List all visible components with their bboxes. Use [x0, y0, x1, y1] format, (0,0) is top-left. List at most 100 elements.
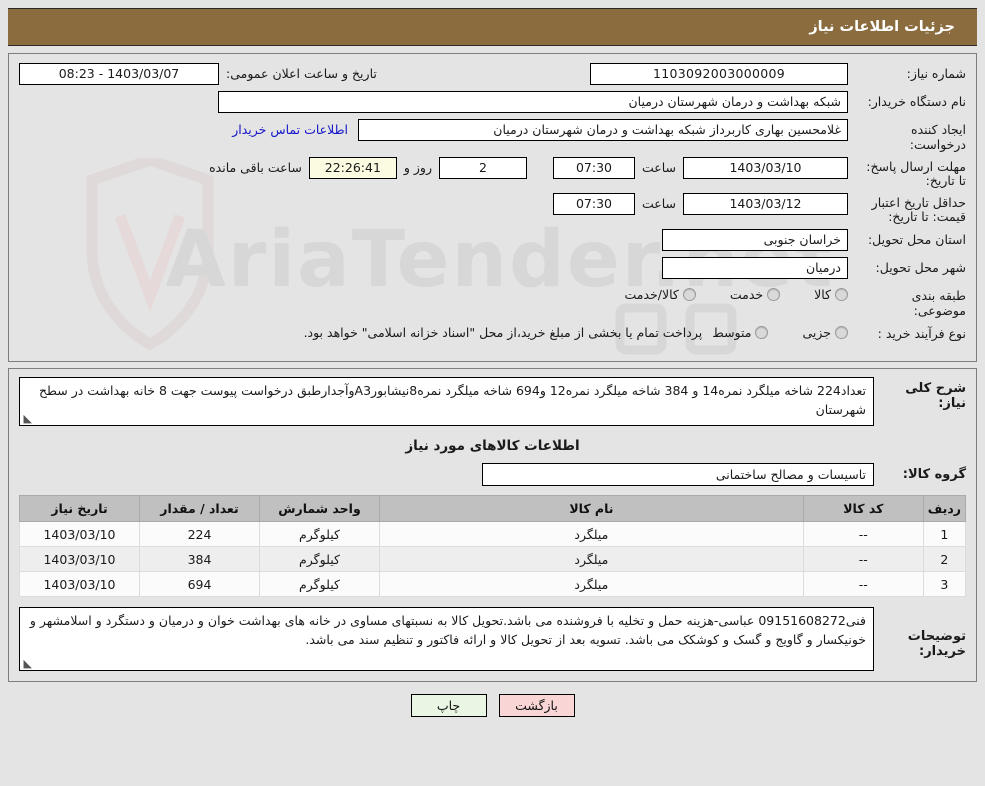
- cell-date: 1403/03/10: [19, 521, 140, 547]
- th-date: تاریخ نیاز: [19, 495, 140, 522]
- row-goods-group: گروه کالا: تاسیسات و مصالح ساختمانی: [19, 463, 966, 486]
- radio-process-motavaset[interactable]: [755, 326, 769, 339]
- buyer-org-value: شبکه بهداشت و درمان شهرستان درمیان: [218, 91, 848, 113]
- radio-label-process-0: جزیی: [802, 325, 831, 340]
- row-response-deadline: مهلت ارسال پاسخ: تا تاریخ: 1403/03/10 سا…: [19, 157, 966, 188]
- buyer-contact-link[interactable]: اطلاعات تماس خریدار: [222, 119, 358, 137]
- cell-qty: 384: [139, 546, 260, 572]
- label-buyer-org: نام دستگاه خریدار:: [867, 94, 966, 109]
- need-number-value: 1103092003000009: [590, 63, 848, 85]
- row-subject-category: طبقه بندی موضوعی: کالا خدمت کالا/خدمت: [19, 285, 966, 318]
- category-radio-group: کالا خدمت کالا/خدمت: [624, 285, 848, 302]
- cell-unit: کیلوگرم: [259, 571, 380, 597]
- cell-date: 1403/03/10: [19, 546, 140, 572]
- row-buyer-notes: توضیحات خریدار: فنی09151608272 عباسی-هزی…: [19, 607, 966, 671]
- label-response-deadline: مهلت ارسال پاسخ: تا تاریخ:: [866, 159, 966, 188]
- row-need-number: شماره نیاز: 1103092003000009 تاریخ و ساع…: [19, 63, 966, 86]
- cell-qty: 694: [139, 571, 260, 597]
- label-goods-group: گروه کالا:: [902, 467, 966, 482]
- response-deadline-time: 07:30: [552, 157, 635, 179]
- cell-unit: کیلوگرم: [259, 546, 380, 572]
- label-need-number: شماره نیاز:: [906, 66, 966, 81]
- row-delivery-province: استان محل تحویل: خراسان جنوبی: [19, 229, 966, 252]
- cell-date: 1403/03/10: [19, 571, 140, 597]
- label-days-and: روز و: [403, 160, 432, 175]
- general-description-value: تعداد224 شاخه میلگرد نمره14 و 384 شاخه م…: [38, 383, 866, 417]
- radio-category-khedmat[interactable]: [767, 288, 781, 301]
- label-hour-response: ساعت: [641, 160, 676, 175]
- public-announce-value: 1403/03/07 - 08:23: [19, 63, 219, 85]
- buyer-notes-value: فنی09151608272 عباسی-هزینه حمل و تخلیه ب…: [29, 613, 866, 647]
- cell-name: میلگرد: [379, 571, 804, 597]
- delivery-city-value: درمیان: [662, 257, 848, 279]
- th-code: کد کالا: [802, 495, 924, 522]
- label-subject-category: طبقه بندی موضوعی:: [911, 288, 966, 318]
- radio-category-kala-khedmat[interactable]: [682, 288, 696, 301]
- need-details-panel: شرح کلی نیاز: تعداد224 شاخه میلگرد نمره1…: [8, 368, 977, 682]
- label-price-validity: حداقل تاریخ اعتبار قیمت: تا تاریخ:: [871, 195, 966, 224]
- cell-code: --: [802, 571, 924, 597]
- label-remaining-suffix: ساعت باقی مانده: [209, 160, 302, 175]
- table-row: 2 -- میلگرد کیلوگرم 384 1403/03/10: [19, 546, 967, 572]
- cell-name: میلگرد: [379, 521, 804, 547]
- label-general-description: شرح کلی نیاز:: [905, 381, 966, 411]
- th-qty: تعداد / مقدار: [139, 495, 260, 522]
- remaining-days-value: 2: [438, 157, 527, 179]
- cell-radif: 1: [922, 521, 967, 547]
- row-price-validity: حداقل تاریخ اعتبار قیمت: تا تاریخ: 1403/…: [19, 193, 966, 224]
- table-header-row: ردیف کد کالا نام کالا واحد شمارش تعداد /…: [19, 495, 967, 522]
- request-creator-value: غلامحسین بهاری کاربرداز شبکه بهداشت و در…: [358, 119, 848, 141]
- radio-process-jozii[interactable]: [835, 326, 848, 339]
- th-radif: ردیف: [922, 495, 967, 522]
- row-general-description: شرح کلی نیاز: تعداد224 شاخه میلگرد نمره1…: [19, 377, 966, 426]
- resize-grip-icon[interactable]: ◣: [22, 658, 32, 669]
- radio-label-category-0: کالا: [814, 287, 831, 302]
- footer-buttons: بازگشت چاپ: [0, 694, 985, 717]
- price-validity-time: 07:30: [552, 193, 635, 215]
- label-delivery-city: شهر محل تحویل:: [875, 260, 966, 275]
- radio-label-category-1: خدمت: [729, 287, 764, 302]
- page-title: جزئیات اطلاعات نیاز: [809, 19, 955, 35]
- cell-radif: 3: [922, 571, 967, 597]
- response-deadline-date: 1403/03/10: [683, 157, 848, 179]
- label-purchase-process: نوع فرآیند خرید :: [877, 326, 966, 341]
- process-radio-group: جزیی متوسط: [712, 323, 848, 340]
- row-buyer-org: نام دستگاه خریدار: شبکه بهداشت و درمان ش…: [19, 91, 966, 114]
- goods-group-value: تاسیسات و مصالح ساختمانی: [482, 463, 874, 486]
- radio-category-kala[interactable]: [835, 288, 848, 301]
- table-row: 3 -- میلگرد کیلوگرم 694 1403/03/10: [19, 571, 967, 597]
- payment-note-text: پرداخت تمام یا بخشی از مبلغ خرید،از محل …: [303, 325, 703, 340]
- cell-name: میلگرد: [379, 546, 804, 572]
- label-hour-validity: ساعت: [641, 196, 676, 211]
- general-description-text: تعداد224 شاخه میلگرد نمره14 و 384 شاخه م…: [19, 377, 874, 426]
- buyer-notes-text: فنی09151608272 عباسی-هزینه حمل و تخلیه ب…: [19, 607, 874, 671]
- cell-code: --: [802, 546, 924, 572]
- back-button[interactable]: بازگشت: [498, 694, 575, 717]
- label-request-creator: ایجاد کننده درخواست:: [909, 122, 966, 152]
- th-unit: واحد شمارش: [259, 495, 380, 522]
- price-validity-date: 1403/03/12: [683, 193, 848, 215]
- cell-code: --: [802, 521, 924, 547]
- window-title-bar: جزئیات اطلاعات نیاز: [8, 8, 977, 46]
- public-announce-group: تاریخ و ساعت اعلان عمومی: 1403/03/07 - 0…: [19, 63, 384, 85]
- page-root: AriaTender.net جزئیات اطلاعات نیاز شماره…: [0, 8, 985, 786]
- goods-table: ردیف کد کالا نام کالا واحد شمارش تعداد /…: [19, 495, 967, 597]
- cell-qty: 224: [139, 521, 260, 547]
- label-buyer-notes: توضیحات خریدار:: [907, 629, 966, 659]
- radio-label-category-2: کالا/خدمت: [624, 287, 679, 302]
- cell-radif: 2: [922, 546, 967, 572]
- resize-grip-icon[interactable]: ◣: [22, 413, 32, 424]
- th-name: نام کالا: [379, 495, 804, 522]
- label-public-announce: تاریخ و ساعت اعلان عمومی:: [226, 66, 377, 81]
- need-info-panel: شماره نیاز: 1103092003000009 تاریخ و ساع…: [8, 53, 977, 362]
- print-button[interactable]: چاپ: [410, 694, 487, 717]
- radio-label-process-1: متوسط: [712, 325, 752, 340]
- row-delivery-city: شهر محل تحویل: درمیان: [19, 257, 966, 280]
- table-row: 1 -- میلگرد کیلوگرم 224 1403/03/10: [19, 521, 967, 547]
- row-purchase-process: نوع فرآیند خرید : جزیی متوسط پرداخت تمام…: [19, 323, 966, 346]
- label-delivery-province: استان محل تحویل:: [867, 232, 966, 247]
- row-request-creator: ایجاد کننده درخواست: غلامحسین بهاری کارب…: [19, 119, 966, 152]
- delivery-province-value: خراسان جنوبی: [662, 229, 848, 251]
- goods-section-heading: اطلاعات کالاهای مورد نیاز: [405, 438, 580, 454]
- cell-unit: کیلوگرم: [259, 521, 380, 547]
